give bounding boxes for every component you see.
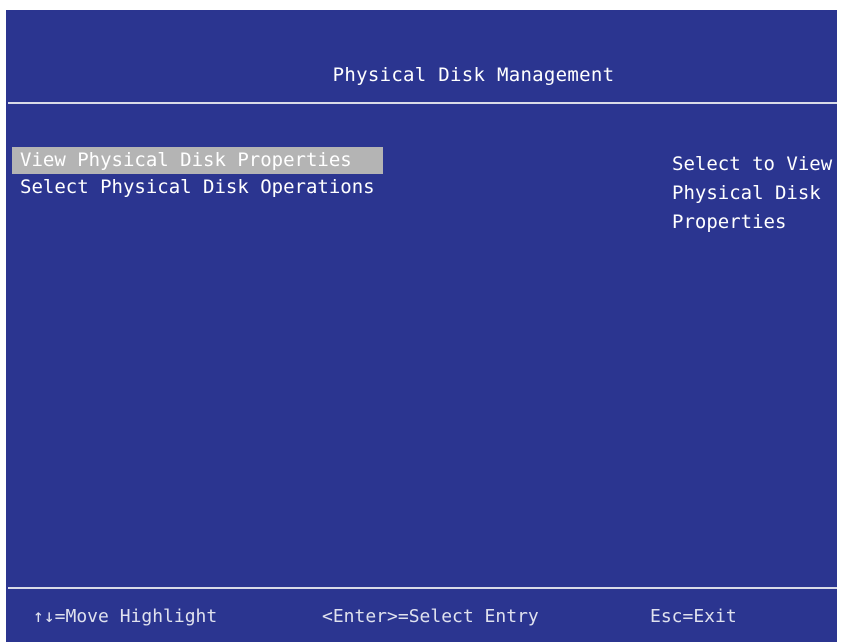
select-entry-hint: <Enter>=Select Entry bbox=[322, 606, 539, 627]
help-panel: Select to View Physical Disk Properties bbox=[672, 150, 837, 237]
move-highlight-hint: ↑↓=Move Highlight bbox=[33, 606, 218, 627]
help-line: Select to View bbox=[672, 153, 833, 175]
key-legend: ↑↓=Move Highlight <Enter>=Select Entry E… bbox=[6, 602, 837, 632]
menu-item-select-physical-disk-operations[interactable]: Select Physical Disk Operations bbox=[12, 174, 383, 201]
header-divider bbox=[8, 102, 837, 104]
menu-list: View Physical Disk Properties Select Phy… bbox=[12, 147, 383, 201]
help-line: Properties bbox=[672, 211, 787, 233]
footer-divider bbox=[8, 587, 837, 589]
help-line: Physical Disk bbox=[672, 182, 821, 204]
bios-screen: Physical Disk Management View Physical D… bbox=[6, 10, 837, 642]
page-title: Physical Disk Management bbox=[332, 64, 615, 86]
menu-item-view-physical-disk-properties[interactable]: View Physical Disk Properties bbox=[12, 147, 383, 174]
exit-hint: Esc=Exit bbox=[650, 606, 737, 627]
